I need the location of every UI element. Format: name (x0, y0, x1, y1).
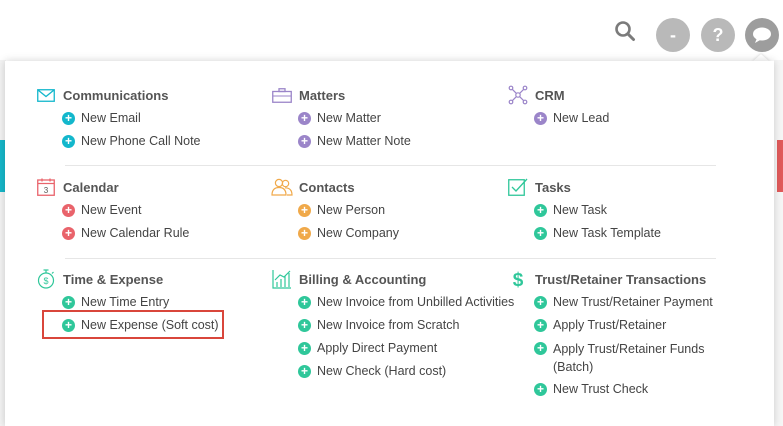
menu-item-new-trust-check[interactable]: + New Trust Check (507, 378, 724, 401)
plus-icon: + (298, 204, 311, 217)
menu-item-new-matter[interactable]: + New Matter (271, 107, 411, 130)
minus-button[interactable]: - (656, 18, 690, 52)
highlight-box (42, 310, 224, 339)
plus-icon: + (298, 296, 311, 309)
menu-item-new-check-hard-cost[interactable]: + New Check (Hard cost) (271, 360, 514, 383)
svg-text:$: $ (513, 270, 524, 289)
svg-text:$: $ (43, 276, 48, 286)
dollar-icon: $ (507, 269, 529, 289)
briefcase-icon (271, 85, 293, 105)
calendar-icon: 3 (35, 177, 57, 197)
menu-item-new-person[interactable]: + New Person (271, 199, 399, 222)
chat-button[interactable] (745, 18, 779, 52)
menu-item-new-matter-note[interactable]: + New Matter Note (271, 130, 411, 153)
envelope-icon (35, 85, 57, 105)
calendar-day-number: 3 (44, 186, 49, 195)
chat-icon (753, 27, 771, 43)
section-title: Matters (299, 87, 346, 103)
section-trust-retainer: $ Trust/Retainer Transactions + New Trust… (507, 269, 724, 401)
help-icon: ? (712, 24, 724, 45)
menu-item-new-event[interactable]: + New Event (35, 199, 189, 222)
section-title: Trust/Retainer Transactions (535, 271, 707, 287)
section-title: Contacts (299, 179, 355, 195)
plus-icon: + (298, 135, 311, 148)
menu-item-new-company[interactable]: + New Company (271, 222, 399, 245)
divider (65, 165, 716, 166)
plus-icon: + (534, 296, 547, 309)
plus-icon: + (62, 296, 75, 309)
menu-item-new-calendar-rule[interactable]: + New Calendar Rule (35, 222, 189, 245)
quick-create-menu: Communications + New Email + New Phone Cal… (5, 61, 774, 426)
section-title: CRM (535, 87, 565, 103)
section-matters: Matters + New Matter + New Matter Note (271, 85, 411, 153)
menu-item-apply-trust-funds-batch[interactable]: + Apply Trust/Retainer Funds (Batch) (507, 340, 724, 376)
menu-item-new-phone-call-note[interactable]: + New Phone Call Note (35, 130, 201, 153)
menu-item-new-task-template[interactable]: + New Task Template (507, 222, 661, 245)
plus-icon: + (534, 112, 547, 125)
menu-item-new-task[interactable]: + New Task (507, 199, 661, 222)
section-title: Time & Expense (63, 271, 164, 287)
plus-icon: + (298, 112, 311, 125)
section-crm: CRM + New Lead (507, 85, 609, 130)
plus-icon: + (62, 204, 75, 217)
plus-icon: + (298, 227, 311, 240)
stopwatch-dollar-icon: $ (35, 269, 57, 289)
plus-icon: + (298, 319, 311, 332)
section-contacts: Contacts + New Person + New Company (271, 177, 399, 245)
plus-icon: + (534, 342, 547, 355)
menu-item-apply-trust[interactable]: + Apply Trust/Retainer (507, 314, 724, 337)
section-tasks: Tasks + New Task + New Task Template (507, 177, 661, 245)
menu-item-apply-direct-payment[interactable]: + Apply Direct Payment (271, 337, 514, 360)
plus-icon: + (534, 227, 547, 240)
plus-icon: + (298, 365, 311, 378)
plus-icon: + (534, 383, 547, 396)
section-billing-accounting: Billing & Accounting + New Invoice from U… (271, 269, 514, 383)
menu-item-new-lead[interactable]: + New Lead (507, 107, 609, 130)
section-calendar: 3 Calendar + New Event + New Calendar Rule (35, 177, 189, 245)
checkbox-icon (507, 177, 529, 197)
background-right-edge (774, 60, 783, 426)
menu-item-new-trust-payment[interactable]: + New Trust/Retainer Payment (507, 291, 724, 314)
people-icon (271, 177, 293, 197)
plus-icon: + (62, 112, 75, 125)
plus-icon: + (534, 204, 547, 217)
top-bar: - ? (0, 0, 783, 60)
plus-icon: + (534, 319, 547, 332)
plus-icon: + (62, 227, 75, 240)
section-communications: Communications + New Email + New Phone Cal… (35, 85, 201, 153)
menu-item-new-invoice-unbilled[interactable]: + New Invoice from Unbilled Activities (271, 291, 514, 314)
section-title: Communications (63, 87, 169, 103)
section-title: Billing & Accounting (299, 271, 427, 287)
section-title: Tasks (535, 179, 571, 195)
section-title: Calendar (63, 179, 119, 195)
network-icon (507, 85, 529, 105)
background-right-accent (777, 140, 783, 192)
menu-item-new-email[interactable]: + New Email (35, 107, 201, 130)
divider (65, 258, 716, 259)
search-icon[interactable] (612, 18, 638, 44)
menu-item-new-invoice-scratch[interactable]: + New Invoice from Scratch (271, 314, 514, 337)
plus-icon: + (62, 135, 75, 148)
plus-icon: + (298, 342, 311, 355)
help-button[interactable]: ? (701, 18, 735, 52)
minus-icon: - (670, 24, 676, 45)
bar-chart-icon (271, 269, 293, 289)
